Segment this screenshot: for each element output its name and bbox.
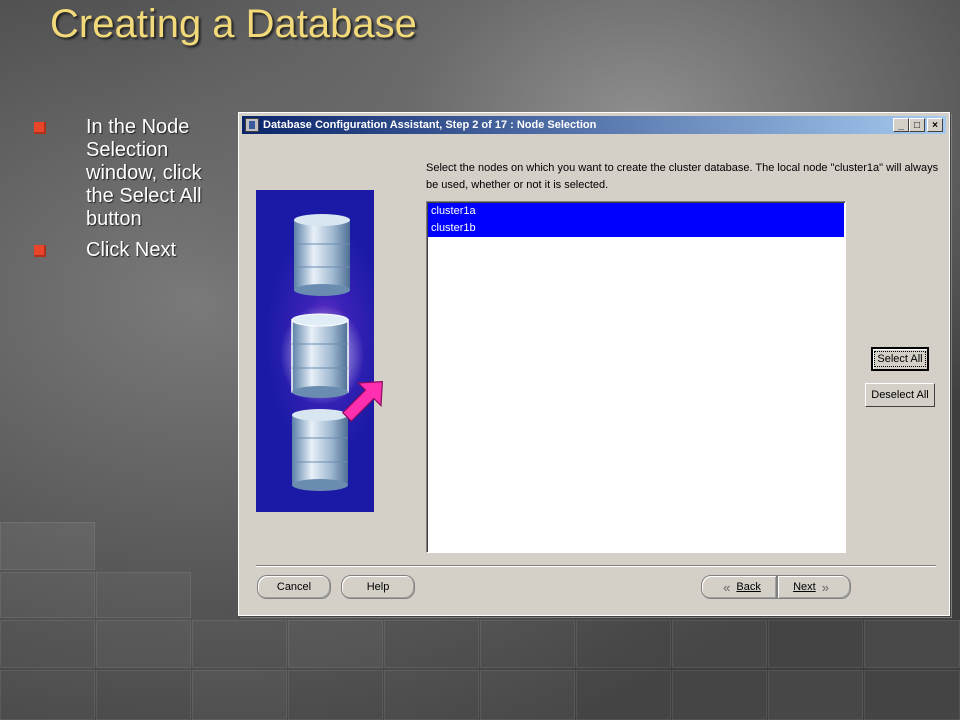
chevron-right-icon: »	[821, 579, 829, 595]
chevron-left-icon: «	[723, 579, 731, 595]
bullet-list: In the Node Selection window, click the …	[34, 116, 234, 270]
cancel-button[interactable]: Cancel	[257, 575, 331, 599]
bullet-square-icon	[34, 245, 46, 257]
bullet-text: Click Next	[86, 239, 177, 261]
next-label: Next	[793, 581, 816, 593]
bullet-item: Click Next	[34, 239, 234, 262]
bullet-item: In the Node Selection window, click the …	[34, 116, 234, 231]
help-button[interactable]: Help	[341, 575, 415, 599]
maximize-button[interactable]: □	[909, 118, 925, 132]
database-illustration	[256, 190, 374, 512]
node-list-item[interactable]: cluster1a	[428, 203, 844, 220]
app-icon	[245, 118, 259, 132]
cancel-label: Cancel	[276, 581, 312, 593]
help-label: Help	[366, 581, 390, 593]
close-button[interactable]: ×	[927, 118, 943, 132]
node-list-item[interactable]: cluster1b	[428, 220, 844, 237]
instructions-text: Select the nodes on which you want to cr…	[426, 162, 939, 191]
deselect-all-button[interactable]: Deselect All	[865, 383, 935, 407]
next-button[interactable]: Next »	[777, 575, 851, 599]
window-controls: _ □ ×	[893, 118, 943, 132]
footer-divider	[256, 565, 936, 567]
bullet-square-icon	[34, 122, 46, 134]
navigation-buttons: « Back Next »	[701, 575, 851, 599]
dialog-title: Database Configuration Assistant, Step 2…	[263, 119, 597, 131]
node-list[interactable]: cluster1a cluster1b	[426, 201, 846, 553]
pointer-arrow-icon	[341, 380, 384, 423]
database-cylinder-icon	[294, 214, 350, 296]
back-label: Back	[736, 581, 761, 593]
minimize-button[interactable]: _	[893, 118, 909, 132]
select-all-button[interactable]: Select All	[871, 347, 929, 371]
dialog-titlebar[interactable]: Database Configuration Assistant, Step 2…	[242, 116, 946, 134]
back-button[interactable]: « Back	[701, 575, 777, 599]
bullet-text: In the Node Selection window, click the …	[86, 116, 202, 230]
slide-title: Creating a Database	[50, 2, 417, 46]
node-selection-dialog: Database Configuration Assistant, Step 2…	[238, 112, 950, 616]
select-all-label: Select All	[874, 351, 926, 367]
